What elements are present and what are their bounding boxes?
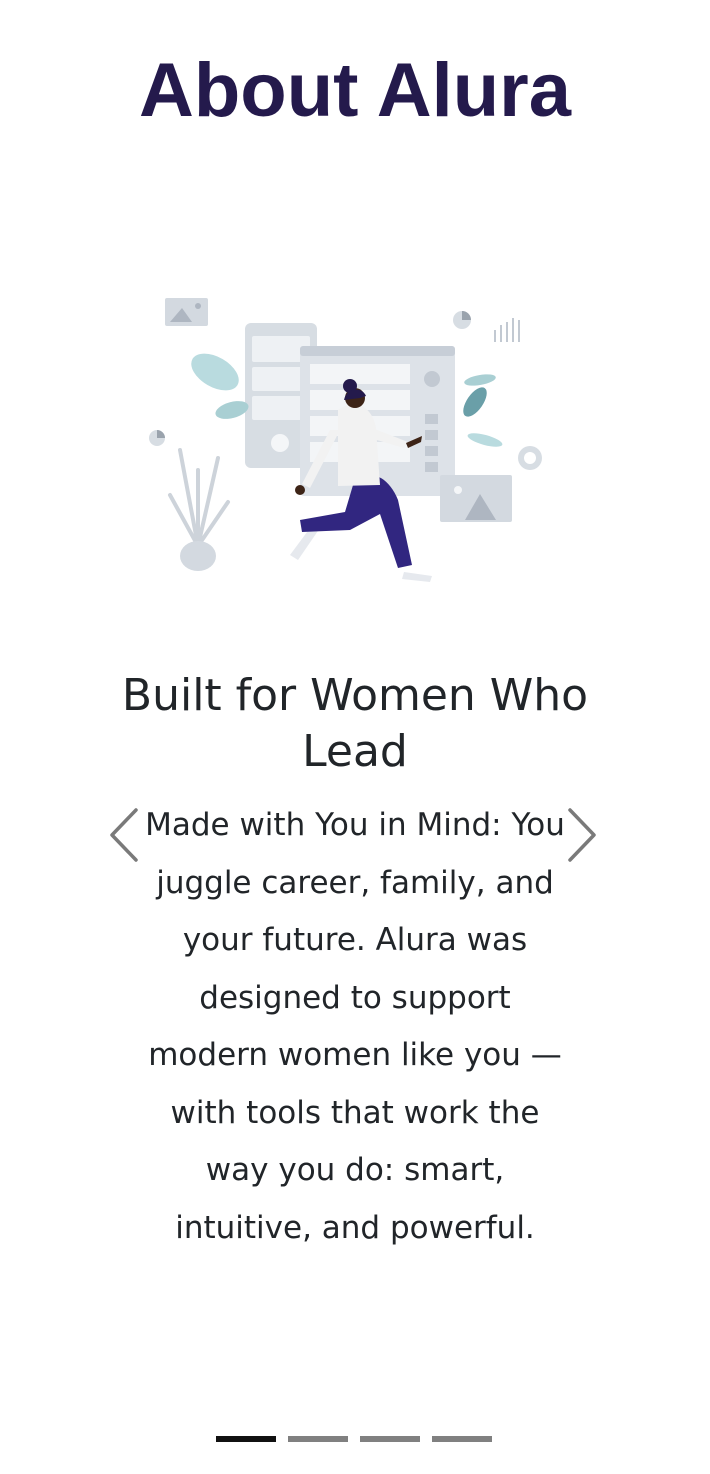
hero-illustration bbox=[140, 280, 560, 590]
slide-heading: Built for Women Who Lead bbox=[121, 670, 589, 777]
woman-running-dashboard-illustration bbox=[149, 298, 542, 582]
chevron-right-icon bbox=[568, 808, 596, 862]
carousel-indicator-1[interactable] bbox=[216, 1436, 276, 1442]
slide-description: Made with You in Mind: You juggle career… bbox=[145, 807, 565, 1246]
carousel-indicator-2[interactable] bbox=[288, 1436, 348, 1442]
chevron-left-icon bbox=[110, 808, 138, 862]
carousel-prev-button[interactable] bbox=[100, 802, 144, 868]
carousel-indicator-3[interactable] bbox=[360, 1436, 420, 1442]
carousel-indicator-4[interactable] bbox=[432, 1436, 492, 1442]
carousel-next-button[interactable] bbox=[560, 802, 604, 868]
page-title: About Alura bbox=[138, 48, 572, 133]
carousel-indicators bbox=[216, 1436, 492, 1442]
